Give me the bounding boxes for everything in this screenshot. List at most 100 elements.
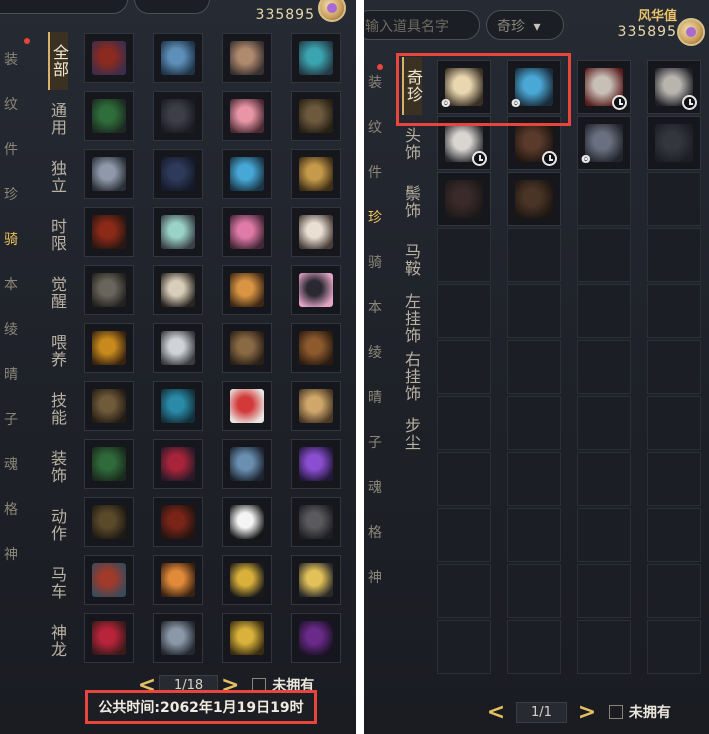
item-slot[interactable] <box>222 497 272 547</box>
side-nav-item[interactable]: 件 <box>0 125 40 170</box>
item-slot[interactable] <box>291 207 341 257</box>
item-slot[interactable] <box>153 613 203 663</box>
item-slot[interactable] <box>222 439 272 489</box>
tab-category[interactable]: 右挂饰 <box>402 347 421 405</box>
item-slot[interactable] <box>84 265 134 315</box>
side-nav-item[interactable]: 件 <box>364 148 404 193</box>
side-nav-item[interactable]: 晴 <box>364 373 404 418</box>
side-nav-item[interactable]: 纹 <box>0 80 40 125</box>
item-slot[interactable] <box>647 60 701 114</box>
item-slot[interactable] <box>84 497 134 547</box>
filter-dropdown[interactable]: 奇珍 ▾ <box>486 10 564 40</box>
item-slot[interactable] <box>84 439 134 489</box>
empty-slot <box>437 284 491 338</box>
tab-category[interactable]: 全部 <box>48 32 69 90</box>
tab-category[interactable]: 鬃饰 <box>402 173 421 231</box>
item-slot[interactable] <box>84 323 134 373</box>
item-slot[interactable] <box>153 149 203 199</box>
item-slot[interactable] <box>153 91 203 141</box>
item-slot[interactable] <box>291 555 341 605</box>
search-input[interactable]: 输入道具名字 <box>364 10 480 40</box>
not-owned-checkbox[interactable] <box>608 705 623 719</box>
item-slot[interactable] <box>222 91 272 141</box>
item-slot[interactable] <box>153 381 203 431</box>
side-nav-item[interactable]: 格 <box>0 485 40 530</box>
item-slot[interactable] <box>291 497 341 547</box>
item-slot[interactable] <box>222 33 272 83</box>
item-slot[interactable] <box>291 149 341 199</box>
item-slot[interactable] <box>153 207 203 257</box>
side-nav-item[interactable]: 本 <box>364 283 404 328</box>
item-slot[interactable] <box>291 33 341 83</box>
side-nav-item[interactable]: 魂 <box>0 440 40 485</box>
side-nav-item[interactable]: 绫 <box>0 305 40 350</box>
side-nav-item[interactable]: 骑 <box>0 215 40 260</box>
side-nav-item[interactable]: 晴 <box>0 350 40 395</box>
item-slot[interactable] <box>153 265 203 315</box>
side-nav-item[interactable]: 格 <box>364 508 404 553</box>
item-slot[interactable] <box>153 323 203 373</box>
tab-category[interactable]: 技能 <box>48 380 67 438</box>
tab-category[interactable]: 独立 <box>48 148 67 206</box>
item-slot[interactable] <box>647 116 701 170</box>
side-nav-item[interactable]: 绫 <box>364 328 404 373</box>
side-nav-item[interactable]: 骑 <box>364 238 404 283</box>
side-nav-item[interactable]: 装 <box>0 35 40 80</box>
item-slot[interactable] <box>84 149 134 199</box>
item-slot[interactable] <box>84 33 134 83</box>
item-slot[interactable] <box>84 381 134 431</box>
item-slot[interactable] <box>291 91 341 141</box>
item-slot[interactable] <box>577 60 631 114</box>
item-slot[interactable] <box>153 555 203 605</box>
tab-category[interactable]: 觉醒 <box>48 264 67 322</box>
tab-category[interactable]: 神龙 <box>48 612 67 670</box>
item-slot[interactable] <box>84 613 134 663</box>
side-nav-item[interactable]: 神 <box>364 553 404 598</box>
item-slot[interactable] <box>291 381 341 431</box>
empty-slot <box>577 508 631 562</box>
tab-category[interactable]: 通用 <box>48 90 67 148</box>
tab-category[interactable]: 马鞍 <box>402 231 421 289</box>
tab-category[interactable]: 马车 <box>48 554 67 612</box>
item-slot[interactable] <box>84 91 134 141</box>
item-slot[interactable] <box>222 149 272 199</box>
item-slot[interactable] <box>222 323 272 373</box>
side-nav-item[interactable]: 珍 <box>0 170 40 215</box>
tab-category[interactable]: 动作 <box>48 496 67 554</box>
item-slot[interactable]: ꙩ <box>577 116 631 170</box>
side-nav-item[interactable]: 魂 <box>364 463 404 508</box>
item-slot[interactable] <box>153 439 203 489</box>
item-slot[interactable] <box>222 555 272 605</box>
tab-category[interactable]: 时限 <box>48 206 67 264</box>
item-slot[interactable] <box>153 33 203 83</box>
item-slot[interactable] <box>222 207 272 257</box>
filter-dropdown[interactable] <box>134 0 210 14</box>
item-slot[interactable] <box>507 172 561 226</box>
tab-category[interactable]: 喂养 <box>48 322 67 380</box>
tab-category[interactable]: 装饰 <box>48 438 67 496</box>
next-page-button[interactable]: > <box>575 700 599 725</box>
side-nav-item[interactable]: 子 <box>364 418 404 463</box>
item-slot[interactable] <box>291 323 341 373</box>
item-slot[interactable] <box>222 613 272 663</box>
item-slot[interactable] <box>437 172 491 226</box>
side-nav-item[interactable]: 子 <box>0 395 40 440</box>
item-slot[interactable] <box>84 555 134 605</box>
tab-category[interactable]: 步尘 <box>402 405 421 463</box>
item-slot[interactable] <box>222 265 272 315</box>
item-slot[interactable] <box>153 497 203 547</box>
side-nav-item[interactable]: 珍 <box>364 193 404 238</box>
item-slot[interactable] <box>291 265 341 315</box>
tab-category[interactable]: 左挂饰 <box>402 289 421 347</box>
search-input[interactable] <box>0 0 128 14</box>
item-slot[interactable] <box>222 381 272 431</box>
prev-page-button[interactable]: < <box>484 700 508 725</box>
left-panel: 335895 装纹件珍骑本绫晴子魂格神 全部 通用 独立 时限 觉醒 喂养 技能 装饰 动作 马车… <box>0 0 356 734</box>
item-slot[interactable] <box>291 439 341 489</box>
item-slot[interactable] <box>291 613 341 663</box>
mount-icon <box>299 41 333 75</box>
mount-icon <box>92 215 126 249</box>
item-slot[interactable] <box>84 207 134 257</box>
side-nav-item[interactable]: 神 <box>0 530 40 575</box>
side-nav-item[interactable]: 本 <box>0 260 40 305</box>
